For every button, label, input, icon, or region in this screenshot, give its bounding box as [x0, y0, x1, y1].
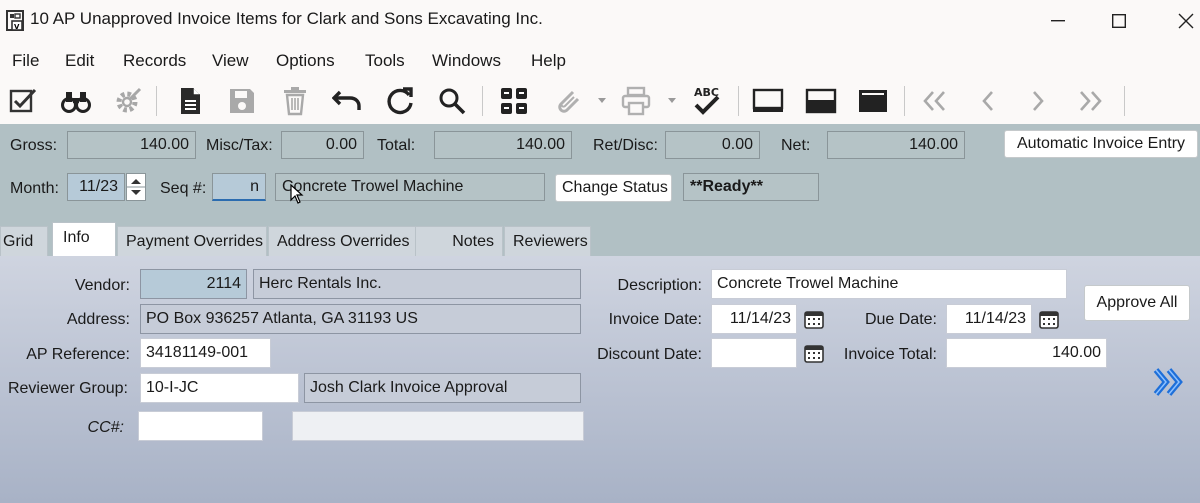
total-value: 140.00	[434, 131, 572, 159]
svg-text:V: V	[14, 23, 20, 31]
layout-bottom-icon[interactable]	[857, 85, 889, 117]
discount-date-field[interactable]	[711, 338, 797, 368]
change-status-button[interactable]: Change Status	[555, 174, 672, 202]
tab-payment-overrides[interactable]: Payment Overrides	[117, 226, 267, 256]
reviewer-group-field[interactable]: 10-I-JC	[140, 373, 299, 403]
misc-tax-label: Misc/Tax:	[206, 137, 273, 154]
tab-notes[interactable]: Notes	[415, 226, 503, 256]
grid-form-icon[interactable]	[498, 85, 530, 117]
refresh-icon[interactable]	[384, 85, 416, 117]
layout-middle-icon[interactable]	[805, 85, 837, 117]
seq-label: Seq #:	[160, 180, 207, 197]
ret-disc-value: 0.00	[665, 131, 760, 159]
reviewer-group-label: Reviewer Group:	[7, 380, 128, 397]
net-label: Net:	[781, 137, 811, 154]
last-record-icon[interactable]	[1075, 85, 1107, 117]
due-date-field[interactable]: 11/14/23	[946, 304, 1032, 334]
ap-reference-field[interactable]: 34181149-001	[140, 338, 271, 368]
description-label: Description:	[617, 277, 702, 294]
close-button[interactable]	[1168, 6, 1200, 36]
edit-check-icon[interactable]	[7, 85, 39, 117]
address-label: Address:	[66, 311, 130, 328]
menu-windows[interactable]: Windows	[432, 51, 501, 71]
app-icon: V	[6, 10, 26, 32]
delete-icon[interactable]	[279, 85, 311, 117]
discount-date-label: Discount Date:	[597, 346, 702, 363]
ap-reference-label: AP Reference:	[26, 346, 130, 363]
net-value: 140.00	[827, 131, 965, 159]
maximize-button[interactable]	[1101, 6, 1137, 36]
ret-disc-label: Ret/Disc:	[593, 137, 658, 154]
gross-value: 140.00	[67, 131, 196, 159]
toolbar: ABC	[0, 78, 1200, 124]
window-title: 10 AP Unapproved Invoice Items for Clark…	[30, 9, 543, 28]
seq-field[interactable]: n	[212, 173, 266, 201]
month-spinner[interactable]	[126, 173, 146, 201]
save-icon[interactable]	[226, 85, 258, 117]
gross-label: Gross:	[10, 137, 58, 154]
gear-icon[interactable]	[112, 85, 144, 117]
address-field: PO Box 936257 Atlanta, GA 31193 US	[140, 304, 581, 334]
misc-tax-value: 0.00	[281, 131, 364, 159]
first-record-icon[interactable]	[918, 85, 950, 117]
menu-help[interactable]: Help	[531, 51, 566, 71]
vendor-name-field: Herc Rentals Inc.	[253, 269, 581, 299]
vendor-id-field[interactable]: 2114	[140, 269, 247, 299]
due-date-calendar-icon[interactable]	[1036, 306, 1062, 332]
attach-icon[interactable]	[552, 85, 584, 117]
header-description-field: Concrete Trowel Machine	[275, 173, 545, 201]
vendor-label: Vendor:	[74, 277, 130, 294]
menu-tools[interactable]: Tools	[365, 51, 405, 71]
reviewer-group-desc-field: Josh Clark Invoice Approval	[304, 373, 581, 403]
cc-label: CC#:	[87, 419, 124, 436]
binoculars-icon[interactable]	[60, 85, 92, 117]
status-field: **Ready**	[683, 173, 819, 201]
info-panel: Vendor: 2114 Herc Rentals Inc. Address: …	[0, 256, 1200, 503]
new-document-icon[interactable]	[174, 85, 206, 117]
menu-options[interactable]: Options	[276, 51, 335, 71]
tab-reviewers[interactable]: Reviewers	[504, 226, 591, 256]
layout-top-icon[interactable]	[752, 85, 784, 117]
invoice-date-calendar-icon[interactable]	[801, 306, 827, 332]
double-chevron-right-icon[interactable]	[1150, 363, 1188, 401]
approve-all-button[interactable]: Approve All	[1084, 285, 1190, 321]
menu-view[interactable]: View	[212, 51, 249, 71]
month-label: Month:	[10, 180, 59, 197]
cc-desc-field	[292, 411, 584, 441]
mouse-cursor-icon	[290, 184, 304, 204]
tab-grid[interactable]: Grid	[0, 226, 48, 256]
invoice-total-field[interactable]: 140.00	[946, 338, 1107, 368]
invoice-date-label: Invoice Date:	[608, 311, 702, 328]
undo-icon[interactable]	[331, 85, 363, 117]
previous-record-icon[interactable]	[972, 85, 1004, 117]
tab-address-overrides[interactable]: Address Overrides	[268, 226, 416, 256]
tab-info[interactable]: Info	[52, 222, 116, 256]
search-icon[interactable]	[436, 85, 468, 117]
spellcheck-icon[interactable]: ABC	[690, 85, 722, 117]
minimize-button[interactable]	[1040, 6, 1076, 36]
menu-records[interactable]: Records	[123, 51, 186, 71]
invoice-total-label: Invoice Total:	[843, 346, 937, 363]
total-label: Total:	[377, 137, 416, 154]
menu-edit[interactable]: Edit	[65, 51, 94, 71]
cc-field[interactable]	[138, 411, 263, 441]
due-date-label: Due Date:	[864, 311, 937, 328]
menu-bar: File Edit Records View Options Tools Win…	[0, 42, 1200, 78]
description-field[interactable]: Concrete Trowel Machine	[711, 269, 1067, 299]
invoice-date-field[interactable]: 11/14/23	[711, 304, 797, 334]
next-record-icon[interactable]	[1022, 85, 1054, 117]
menu-file[interactable]: File	[12, 51, 39, 71]
print-icon[interactable]	[620, 85, 652, 117]
title-bar: V 10 AP Unapproved Invoice Items for Cla…	[0, 0, 1200, 42]
month-field[interactable]: 11/23	[67, 173, 125, 201]
automatic-invoice-entry-button[interactable]: Automatic Invoice Entry	[1004, 130, 1198, 158]
